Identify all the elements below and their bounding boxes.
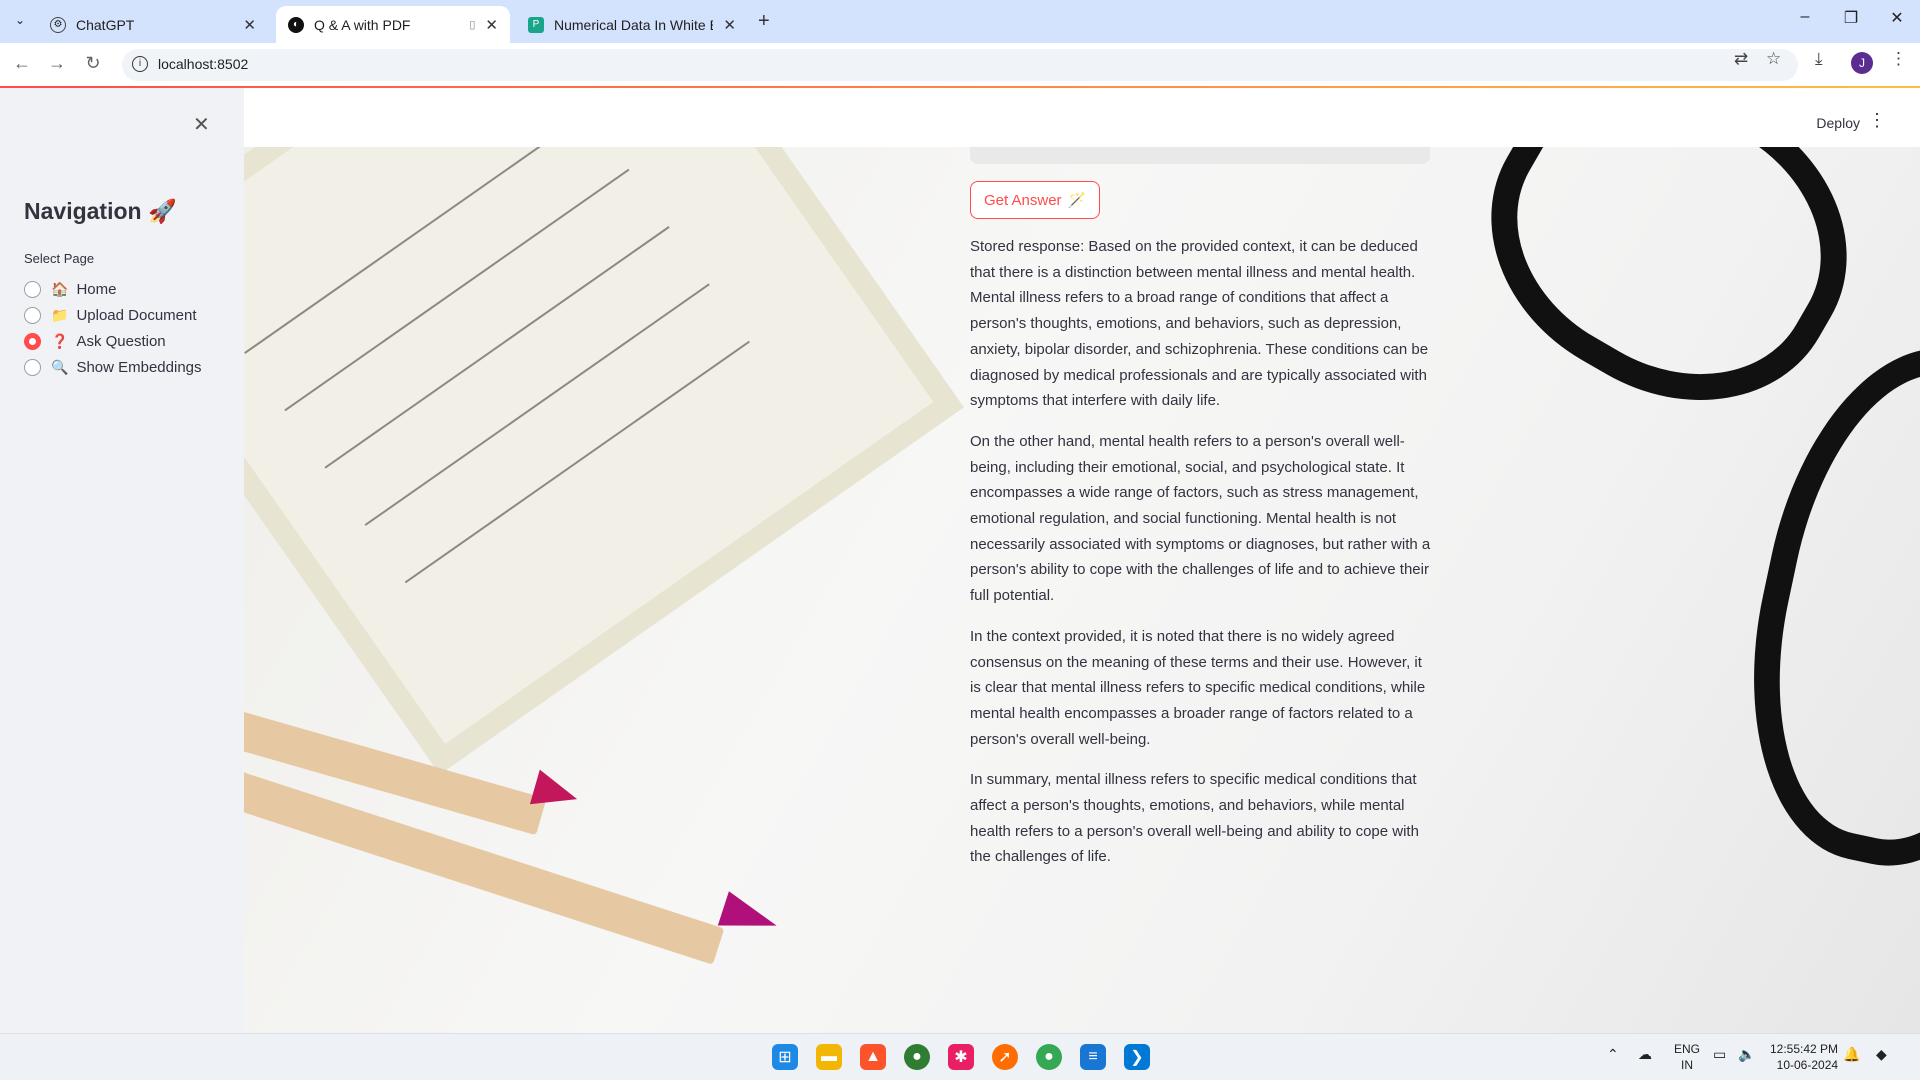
clock-date: 10-06-2024 (1776, 1058, 1839, 1072)
answer-paragraph: In the context provided, it is noted tha… (970, 627, 1426, 748)
radio-label: Home (76, 280, 117, 298)
magic-wand-icon: 🪄 (1067, 192, 1087, 209)
magnifier-icon: 🔍 (51, 358, 69, 375)
radio-show-embeddings[interactable]: 🔍 Show Embeddings (24, 354, 202, 380)
language-code: ENG (1674, 1042, 1701, 1056)
tab-title: ChatGPT (76, 16, 135, 33)
radio-label: Upload Document (76, 306, 197, 324)
window-close-icon[interactable]: ✕ (1882, 8, 1912, 28)
folder-icon: 📁 (51, 306, 69, 323)
radio-ask-question[interactable]: ❓ Ask Question (24, 328, 202, 354)
answer-paragraph: In summary, mental illness refers to spe… (970, 771, 1419, 866)
tab-chatgpt[interactable]: ⚙ ChatGPT ✕ (38, 6, 268, 43)
download-icon[interactable]: ⤓ (1815, 49, 1823, 69)
bookmark-star-icon[interactable]: ☆ (1766, 49, 1781, 69)
language-indicator[interactable]: ENG IN (1674, 1041, 1700, 1073)
reload-icon[interactable]: ↻ (81, 53, 105, 74)
clock-time: 12:55:42 PM (1770, 1042, 1839, 1056)
site-info-icon[interactable]: i (132, 56, 148, 72)
glasses-illustration (1438, 147, 1900, 457)
sidebar-title: Navigation 🚀 (24, 198, 177, 224)
start-icon[interactable]: ⊞ (772, 1044, 798, 1070)
notebook-illustration (244, 147, 964, 775)
answer-text: Stored response: Based on the provided c… (970, 234, 1432, 885)
chrome-icon[interactable]: ● (904, 1044, 930, 1070)
onedrive-icon[interactable]: ☁ (1638, 1046, 1652, 1063)
tab-search-chevron-icon[interactable]: ⌄ (8, 8, 32, 32)
translate-icon[interactable]: ⇄ (1734, 49, 1748, 69)
system-clock[interactable]: 12:55:42 PM 10-06-2024 (1770, 1041, 1838, 1073)
close-tab-icon[interactable]: ✕ (243, 16, 256, 34)
url-text: localhost:8502 (158, 56, 249, 72)
network-icon[interactable]: ▭ (1713, 1046, 1726, 1063)
get-answer-button[interactable]: Get Answer 🪄 (970, 181, 1101, 219)
tab-qa-pdf[interactable]: ◐ Q & A with PDF ▯ ✕ (276, 6, 510, 43)
new-tab-icon[interactable]: + (758, 10, 770, 33)
house-icon: 🏠 (51, 280, 69, 297)
radio-button-icon[interactable] (24, 358, 41, 376)
postman-icon[interactable]: ➚ (992, 1044, 1018, 1070)
brave-browser-icon[interactable]: ▲ (860, 1044, 886, 1070)
radio-label: Ask Question (76, 332, 166, 350)
menu-kebab-icon[interactable]: ⋮ (1890, 49, 1907, 69)
notepad-icon[interactable]: ≡ (1080, 1044, 1106, 1070)
sidebar: ✕ Navigation 🚀 Select Page 🏠 Home 📁 Uplo… (0, 88, 244, 1033)
notification-bell-icon[interactable]: 🔔 (1843, 1046, 1860, 1063)
windows-taskbar: ⊞ ▬ ▲ ● ✱ ➚ ● ≡ ❯ ⌃ ☁ ENG IN ▭ 🔈 12:55:4… (0, 1033, 1920, 1080)
get-answer-label: Get Answer (984, 191, 1062, 209)
answer-paragraph: Stored response: Based on the provided c… (970, 238, 1429, 410)
minimize-icon[interactable]: – (1790, 8, 1820, 26)
deploy-button[interactable]: Deploy (1816, 115, 1860, 131)
document-icon: ▯ (469, 19, 476, 31)
header-overlay: Deploy ⋮ (244, 88, 1920, 147)
vscode-icon[interactable]: ❯ (1124, 1044, 1150, 1070)
select-page-label: Select Page (24, 251, 95, 266)
chatgpt-favicon-icon: ⚙ (50, 16, 66, 33)
file-explorer-icon[interactable]: ▬ (816, 1044, 842, 1070)
p-favicon-icon: P (528, 16, 544, 33)
tab-title: Numerical Data In White Backg (554, 16, 713, 33)
glasses-illustration (1713, 321, 1920, 893)
profile-avatar[interactable]: J (1851, 52, 1873, 74)
tab-numerical-data[interactable]: P Numerical Data In White Backg ✕ (516, 6, 748, 43)
browser-tabstrip: ⌄ ⚙ ChatGPT ✕ ◐ Q & A with PDF ▯ ✕ P Num… (0, 0, 1920, 43)
close-tab-icon[interactable]: ✕ (723, 16, 736, 34)
address-bar[interactable]: i localhost:8502 (122, 49, 1798, 81)
region-code: IN (1681, 1058, 1693, 1072)
radio-button-icon[interactable] (24, 306, 41, 324)
tray-chevron-up-icon[interactable]: ⌃ (1607, 1046, 1619, 1063)
radio-home[interactable]: 🏠 Home (24, 276, 202, 302)
forward-icon[interactable]: → (45, 53, 69, 74)
streamlit-favicon-icon: ◐ (288, 16, 304, 33)
app-menu-kebab-icon[interactable]: ⋮ (1868, 110, 1886, 131)
radio-label: Show Embeddings (76, 358, 202, 376)
close-tab-icon[interactable]: ✕ (485, 16, 498, 34)
page-radio-group: 🏠 Home 📁 Upload Document ❓ Ask Question … (24, 276, 202, 380)
radio-upload-document[interactable]: 📁 Upload Document (24, 302, 202, 328)
radio-button-icon[interactable] (24, 280, 41, 298)
close-sidebar-icon[interactable]: ✕ (193, 112, 210, 137)
question-mark-icon: ❓ (51, 332, 69, 349)
chrome-profile-icon[interactable]: ● (1036, 1044, 1062, 1070)
volume-icon[interactable]: 🔈 (1738, 1046, 1755, 1063)
pencil-tip-illustration (717, 891, 783, 943)
back-icon[interactable]: ← (10, 53, 34, 74)
copilot-icon[interactable]: ◆ (1876, 1046, 1887, 1063)
tab-title: Q & A with PDF (314, 16, 411, 33)
browser-toolbar: ← → ↻ i localhost:8502 ⇄ ☆ ⤓ ⋮ (0, 43, 1920, 86)
radio-button-selected-icon[interactable] (24, 332, 41, 350)
slack-icon[interactable]: ✱ (948, 1044, 974, 1070)
answer-paragraph: On the other hand, mental health refers … (970, 432, 1431, 605)
restore-icon[interactable]: ❐ (1836, 8, 1866, 28)
